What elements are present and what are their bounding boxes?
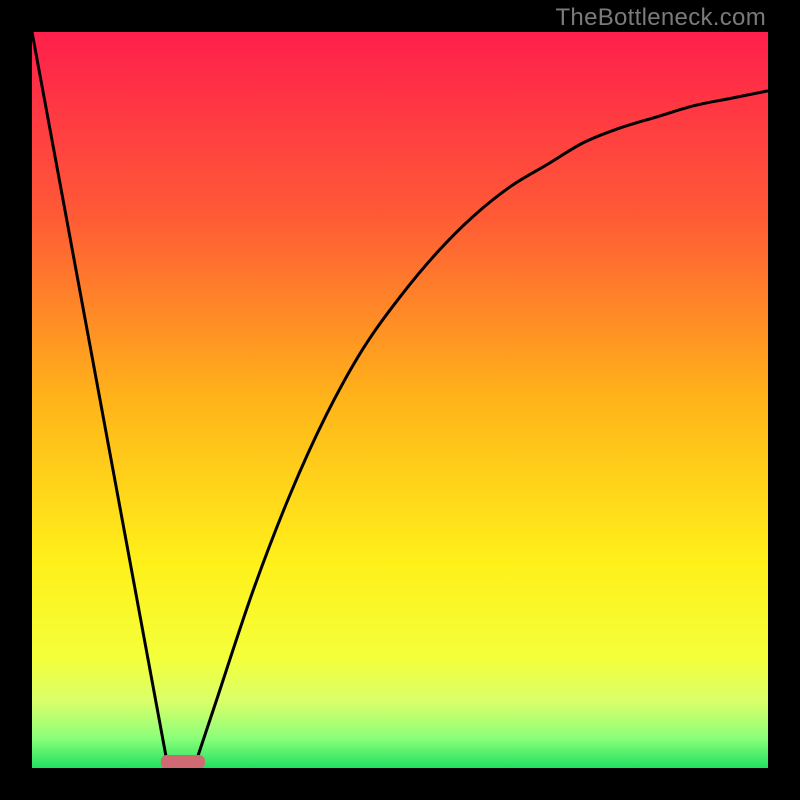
- watermark-text: TheBottleneck.com: [555, 4, 766, 32]
- chart-svg: [32, 32, 768, 768]
- chart-frame: TheBottleneck.com: [0, 0, 800, 800]
- bottom-marker: [161, 755, 205, 768]
- gradient-background: [32, 32, 768, 768]
- plot-area: [32, 32, 768, 768]
